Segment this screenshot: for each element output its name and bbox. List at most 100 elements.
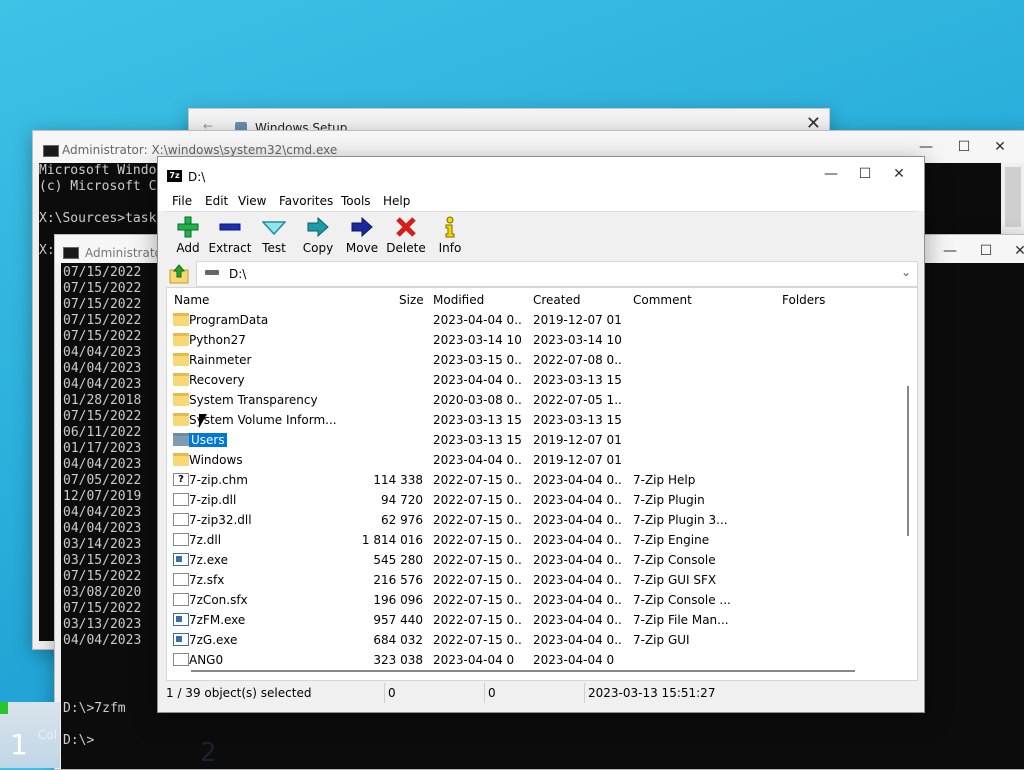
console-line: (c) Microsoft C bbox=[39, 179, 157, 194]
help-file-icon: ? bbox=[173, 473, 189, 486]
selection-status: 1 / 39 object(s) selected bbox=[166, 686, 312, 700]
maximize-icon[interactable]: ☐ bbox=[951, 139, 977, 155]
zip-titlebar[interactable]: 7z D:\ — ☐ ✕ bbox=[158, 157, 924, 191]
col-size[interactable]: Size bbox=[399, 293, 424, 307]
extract-button[interactable]: Extract bbox=[208, 216, 252, 255]
col-modified[interactable]: Modified bbox=[433, 293, 484, 307]
table-row[interactable]: ANG0 323 038 2023-04-04 0 2023-04-04 0 bbox=[167, 650, 907, 670]
console-line: 04/04/2023 bbox=[63, 633, 142, 648]
col-comment[interactable]: Comment bbox=[633, 293, 692, 307]
minimize-icon[interactable]: — bbox=[937, 243, 963, 259]
folder-icon bbox=[173, 333, 189, 346]
test-button[interactable]: Test bbox=[252, 216, 296, 255]
cell-name: Users bbox=[189, 433, 227, 447]
table-row[interactable]: 7-zip32.dll 62 976 2022-07-15 0... 2023-04-… bbox=[167, 510, 907, 530]
menu-edit[interactable]: Edit bbox=[205, 194, 228, 208]
menu-help[interactable]: Help bbox=[383, 194, 410, 208]
cell-modified: 2022-07-15 0... bbox=[433, 493, 523, 507]
close-icon[interactable]: ✕ bbox=[886, 166, 912, 182]
add-button[interactable]: Add bbox=[166, 216, 210, 255]
minimize-icon[interactable]: — bbox=[913, 139, 939, 155]
column-header: Name Size Modified Created Comment Folde… bbox=[167, 288, 917, 310]
file-icon bbox=[173, 573, 189, 586]
step-number: 1 bbox=[10, 728, 28, 761]
console-prompt: D:\> bbox=[63, 733, 95, 748]
close-icon[interactable]: ✕ bbox=[1007, 243, 1024, 259]
console-line: 03/13/2023 bbox=[63, 617, 142, 632]
menu-file[interactable]: File bbox=[172, 194, 192, 208]
table-row[interactable]: 7z.sfx 216 576 2022-07-15 0... 2023-04-04 0… bbox=[167, 570, 907, 590]
file-icon bbox=[173, 533, 189, 546]
console-line: 07/15/2022 bbox=[63, 569, 142, 584]
drive-icon bbox=[205, 270, 219, 275]
folder-icon bbox=[173, 313, 189, 326]
table-row[interactable]: System Volume Inform... 2023-03-13 15... 2… bbox=[167, 410, 907, 430]
table-row[interactable]: Python27 2023-03-14 10... 2023-03-14 10... bbox=[167, 330, 907, 350]
col-name[interactable]: Name bbox=[174, 293, 209, 307]
file-list[interactable]: Name Size Modified Created Comment Folde… bbox=[166, 287, 918, 681]
packed-size: 0 bbox=[488, 686, 496, 700]
menu-tools[interactable]: Tools bbox=[341, 194, 371, 208]
menu-favorites[interactable]: Favorites bbox=[279, 194, 333, 208]
folder-icon bbox=[173, 433, 189, 446]
cell-modified: 2022-07-15 0... bbox=[433, 553, 523, 567]
app-icon bbox=[173, 553, 189, 566]
cell-modified: 2022-07-15 0... bbox=[433, 513, 523, 527]
status-divider bbox=[584, 683, 585, 703]
cell-created: 2022-07-08 0... bbox=[533, 353, 623, 367]
cell-comment: 7-Zip Plugin 3... bbox=[633, 513, 728, 527]
zip-window-title: D:\ bbox=[188, 170, 206, 184]
table-row[interactable]: Windows 2023-04-04 0... 2019-12-07 01... bbox=[167, 450, 907, 470]
7zip-file-manager-window: 7z D:\ — ☐ ✕ File Edit View Favorites To… bbox=[157, 156, 925, 713]
console-line: 01/28/2018 bbox=[63, 393, 142, 408]
table-row[interactable]: Users 2023-03-13 15... 2019-12-07 01... bbox=[167, 430, 907, 450]
console-line: 03/15/2023 bbox=[63, 553, 142, 568]
address-input[interactable]: D:\ ⌄ bbox=[196, 261, 918, 287]
console-line: Microsoft Windo bbox=[39, 163, 157, 178]
file-icon bbox=[173, 593, 189, 606]
move-button[interactable]: Move bbox=[340, 216, 384, 255]
chevron-down-icon[interactable]: ⌄ bbox=[901, 265, 911, 279]
cell-name: Windows bbox=[189, 453, 243, 467]
cell-modified: 2023-03-13 15... bbox=[433, 413, 523, 427]
copy-button[interactable]: Copy bbox=[296, 216, 340, 255]
cell-modified: 2023-04-04 0... bbox=[433, 313, 523, 327]
status-divider bbox=[484, 683, 485, 703]
table-row[interactable]: System Transparency 2020-03-08 0... 2022-0… bbox=[167, 390, 907, 410]
table-row[interactable]: ? 7-zip.chm 114 338 2022-07-15 0... 2023-04-… bbox=[167, 470, 907, 490]
table-row[interactable]: 7z.dll 1 814 016 2022-07-15 0... 2023-04-04… bbox=[167, 530, 907, 550]
console-line: 07/05/2022 bbox=[63, 473, 142, 488]
console-line: 07/15/2022 bbox=[63, 601, 142, 616]
table-row[interactable]: ProgramData 2023-04-04 0... 2019-12-07 01.… bbox=[167, 310, 907, 330]
minimize-icon[interactable]: — bbox=[818, 166, 844, 182]
vertical-scrollbar[interactable] bbox=[907, 386, 909, 536]
app-icon bbox=[173, 633, 189, 646]
maximize-icon[interactable]: ☐ bbox=[852, 166, 878, 182]
move-arrow-icon bbox=[351, 216, 373, 238]
horizontal-scrollbar[interactable] bbox=[191, 670, 855, 672]
console-line: 07/15/2022 bbox=[63, 329, 142, 344]
delete-button[interactable]: Delete bbox=[384, 216, 428, 255]
info-button[interactable]: Info bbox=[428, 216, 472, 255]
cell-modified: 2023-03-14 10... bbox=[433, 333, 523, 347]
folder-up-icon[interactable] bbox=[168, 263, 190, 285]
table-row[interactable]: Rainmeter 2023-03-15 0... 2022-07-08 0... bbox=[167, 350, 907, 370]
cell-size: 545 280 bbox=[373, 553, 423, 567]
close-icon[interactable]: ✕ bbox=[987, 139, 1013, 155]
table-row[interactable]: 7zFM.exe 957 440 2022-07-15 0... 2023-04-04… bbox=[167, 610, 907, 630]
cell-size: 684 032 bbox=[373, 633, 423, 647]
col-created[interactable]: Created bbox=[533, 293, 581, 307]
menu-view[interactable]: View bbox=[238, 194, 266, 208]
console-line: 01/17/2023 bbox=[63, 441, 142, 456]
scrollbar-thumb[interactable] bbox=[1005, 167, 1021, 227]
copy-label: Copy bbox=[302, 241, 334, 255]
col-folders[interactable]: Folders bbox=[782, 293, 825, 307]
console-line: 04/04/2023 bbox=[63, 521, 142, 536]
maximize-icon[interactable]: ☐ bbox=[973, 243, 999, 259]
table-row[interactable]: 7zCon.sfx 196 096 2022-07-15 0... 2023-04-0… bbox=[167, 590, 907, 610]
table-row[interactable]: Recovery 2023-04-04 0... 2023-03-13 15... bbox=[167, 370, 907, 390]
table-row[interactable]: 7z.exe 545 280 2022-07-15 0... 2023-04-04 0… bbox=[167, 550, 907, 570]
table-row[interactable]: 7zG.exe 684 032 2022-07-15 0... 2023-04-04 … bbox=[167, 630, 907, 650]
move-label: Move bbox=[345, 241, 379, 255]
table-row[interactable]: 7-zip.dll 94 720 2022-07-15 0... 2023-04-04… bbox=[167, 490, 907, 510]
